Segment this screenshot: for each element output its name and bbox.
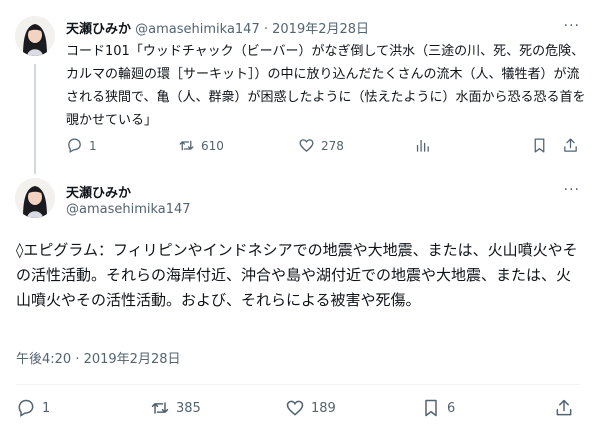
tweet1-action-bar: 1 610 278: [66, 137, 586, 157]
reply-count: 1: [89, 138, 97, 153]
tweet-date[interactable]: 2019年2月28日: [272, 22, 369, 37]
share-icon: [556, 399, 572, 416]
reply-button[interactable]: 1: [66, 137, 97, 154]
views-icon: [416, 139, 429, 152]
reply-icon: [18, 399, 34, 417]
display-name[interactable]: 天瀬ひみか: [66, 182, 131, 201]
divider: [16, 384, 580, 385]
retweet-button[interactable]: 385: [150, 398, 201, 418]
tweet2-action-bar: 1 385 189 6: [16, 398, 580, 420]
bookmark-button[interactable]: 6: [421, 398, 455, 418]
avatar[interactable]: [15, 16, 55, 56]
tweet1-header: 天瀬ひみか @amasehimika147 · 2019年2月28日: [66, 18, 369, 37]
retweet-button[interactable]: 610: [178, 137, 224, 154]
like-count: 278: [321, 138, 344, 153]
retweet-icon: [179, 140, 194, 151]
bookmark-icon: [534, 138, 545, 153]
reply-count: 1: [42, 400, 51, 416]
bookmark-button[interactable]: [531, 137, 548, 154]
tweet-text: コード101「ウッドチャック（ビーバー）がなぎ倒して洪水（三途の川、死、死の危険…: [66, 44, 586, 128]
like-button[interactable]: 189: [285, 398, 336, 418]
tweet-thread: 天瀬ひみか @amasehimika147 · 2019年2月28日 ··· コ…: [0, 0, 596, 441]
like-icon: [299, 139, 314, 152]
reply-button[interactable]: 1: [16, 398, 50, 418]
user-handle[interactable]: @amasehimika147: [135, 22, 260, 37]
more-icon[interactable]: ···: [564, 18, 580, 34]
bookmark-count: 6: [447, 400, 456, 416]
thread-connector-line: [34, 64, 36, 174]
reply-icon: [68, 138, 81, 154]
like-button[interactable]: 278: [298, 137, 344, 154]
tweet-text: ◊エピグラム：フィリピンやインドネシアでの地震や大地震、または、火山噴火やその活…: [16, 241, 578, 309]
share-button[interactable]: [562, 137, 579, 154]
retweet-count: 385: [176, 400, 201, 416]
user-handle[interactable]: @amasehimika147: [66, 202, 191, 217]
share-icon: [564, 138, 577, 152]
share-button[interactable]: [554, 398, 574, 418]
display-name[interactable]: 天瀬ひみか: [66, 22, 131, 37]
like-icon: [286, 400, 304, 416]
separator: ·: [259, 22, 273, 37]
tweet-timestamp[interactable]: 午後4:20 · 2019年2月28日: [16, 348, 181, 367]
retweet-icon: [151, 402, 169, 414]
bookmark-icon: [425, 399, 437, 417]
views-button[interactable]: [414, 137, 431, 154]
retweet-count: 610: [201, 138, 224, 153]
more-icon[interactable]: ···: [564, 182, 580, 198]
like-count: 189: [311, 400, 336, 416]
avatar[interactable]: [15, 178, 55, 218]
